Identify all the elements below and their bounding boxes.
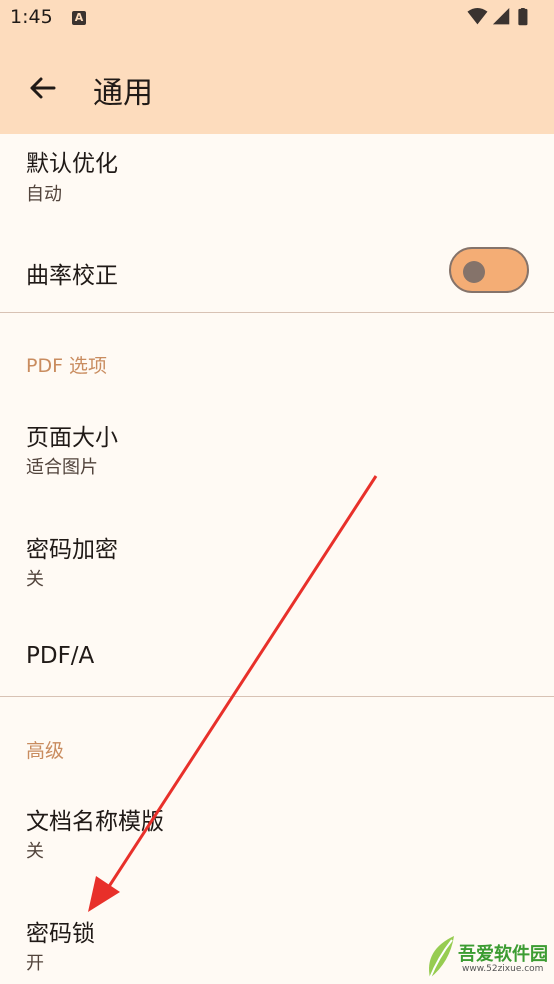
watermark-url: www.52zixue.com <box>462 964 544 974</box>
setting-pdfa[interactable]: PDF/A <box>0 624 554 694</box>
setting-title: 密码锁 <box>26 921 95 947</box>
setting-doc-name-template[interactable]: 文档名称模版 关 <box>0 784 554 882</box>
setting-title: 文档名称模版 <box>26 809 164 835</box>
app-bar: 通用 <box>0 38 554 134</box>
notification-icon: A <box>72 11 86 25</box>
leaf-logo-icon <box>429 936 454 979</box>
status-bar: 1:45 A <box>0 0 554 38</box>
status-time: 1:45 <box>10 6 53 28</box>
section-header-advanced: 高级 <box>26 740 65 762</box>
divider <box>0 312 554 313</box>
setting-subtitle: 适合图片 <box>26 457 98 478</box>
watermark: 吾爱软件园 www.52zixue.com <box>424 930 554 984</box>
setting-subtitle: 自动 <box>26 184 62 205</box>
setting-title: 页面大小 <box>26 425 118 451</box>
toggle-thumb <box>463 261 485 283</box>
setting-default-optimize[interactable]: 默认优化 自动 <box>0 134 554 230</box>
setting-title: PDF/A <box>26 643 95 669</box>
setting-title: 默认优化 <box>26 151 118 177</box>
setting-subtitle: 关 <box>26 569 44 590</box>
signal-icon <box>492 8 510 25</box>
status-icons <box>467 8 528 26</box>
setting-title: 密码加密 <box>26 537 118 563</box>
page-title: 通用 <box>93 76 153 111</box>
battery-icon <box>518 8 528 26</box>
setting-title: 曲率校正 <box>26 263 118 289</box>
setting-password-encrypt[interactable]: 密码加密 关 <box>0 512 554 610</box>
arrow-left-icon <box>30 77 56 99</box>
section-header-pdf: PDF 选项 <box>26 355 108 377</box>
back-button[interactable] <box>22 68 62 108</box>
setting-page-size[interactable]: 页面大小 适合图片 <box>0 400 554 498</box>
setting-subtitle: 开 <box>26 953 44 974</box>
watermark-text: 吾爱软件园 <box>458 944 548 965</box>
divider <box>0 696 554 697</box>
curvature-correction-toggle[interactable] <box>449 247 529 293</box>
setting-subtitle: 关 <box>26 841 44 862</box>
wifi-icon <box>467 8 488 25</box>
